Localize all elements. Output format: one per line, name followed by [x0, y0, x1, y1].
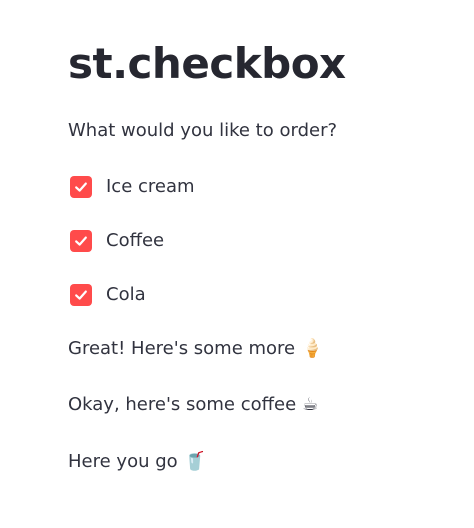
check-icon [75, 236, 87, 246]
checkbox-label: Coffee [106, 230, 165, 251]
ice-cream-icon: 🍦 [301, 338, 324, 359]
order-prompt: What would you like to order? [68, 120, 338, 141]
cola-icon: 🥤 [183, 451, 207, 472]
checkbox-box[interactable] [70, 230, 92, 252]
message-text: Okay, here's some coffee [68, 394, 297, 415]
message-text: Great! Here's some more [68, 338, 296, 359]
checkbox-label: Ice cream [106, 176, 195, 197]
message-cola: Here you go 🥤 [68, 449, 206, 475]
checkbox-box[interactable] [70, 176, 92, 198]
checkbox-cola[interactable]: Cola [70, 281, 146, 309]
checkbox-coffee[interactable]: Coffee [70, 227, 164, 255]
message-ice-cream: Great! Here's some more 🍦 [68, 336, 324, 362]
check-icon [75, 290, 87, 300]
checkbox-label: Cola [106, 284, 146, 305]
check-icon [75, 182, 87, 192]
checkbox-ice-cream[interactable]: Ice cream [70, 173, 195, 201]
checkbox-box[interactable] [70, 284, 92, 306]
message-text: Here you go [68, 451, 178, 472]
page-title: st.checkbox [68, 39, 346, 88]
app-main: st.checkbox What would you like to order… [0, 0, 474, 528]
message-coffee: Okay, here's some coffee ☕ [68, 392, 318, 418]
coffee-icon: ☕ [302, 394, 319, 415]
